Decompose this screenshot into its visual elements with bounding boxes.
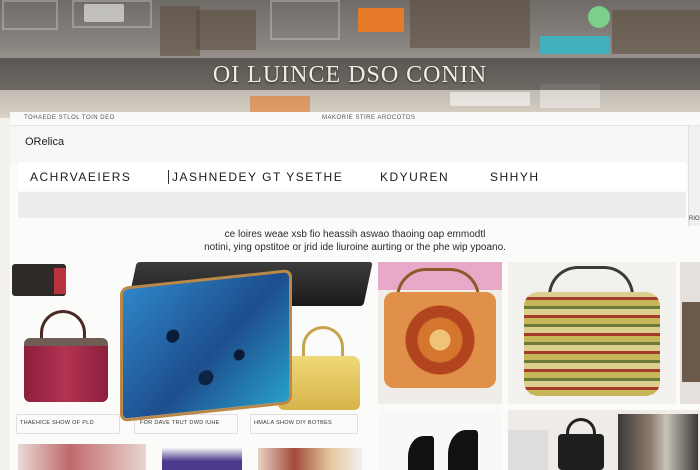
thumbnail-bags-3[interactable]: [258, 448, 362, 470]
black-bag-image: [558, 434, 604, 470]
product-card-edge[interactable]: [680, 262, 700, 404]
product-card-orange[interactable]: [378, 262, 502, 404]
white-bag-image: [508, 430, 548, 470]
thumbnail-bags-2[interactable]: [162, 448, 242, 470]
brand-bar: [10, 126, 700, 166]
product-image-orange-bag[interactable]: [384, 292, 496, 388]
nav-item-2[interactable]: JASHNEDEY GT YSETHE: [172, 170, 343, 184]
side-mini-label[interactable]: RIO: [689, 216, 700, 222]
product-image-blue-bag[interactable]: [120, 268, 292, 423]
tagline-line-1: ce loires weae xsb fio heassih aswao tha…: [224, 229, 486, 240]
product-image-red-bag[interactable]: [24, 338, 108, 402]
product-card-handbags-row[interactable]: [508, 410, 700, 470]
utility-center-text[interactable]: MAKORIE STIRE AROCOTDS: [322, 115, 415, 121]
bag-strap-accent: [54, 268, 66, 294]
shoe-left-image: [408, 436, 434, 470]
product-card-black-shoes[interactable]: [378, 410, 502, 470]
utility-bar: TOHAEDE STLOL TOIN DEO MAKORIE STIRE ARO…: [10, 112, 700, 126]
caption-box-3: [250, 414, 358, 434]
main-nav: ACHRVAEIERS JASHNEDEY GT YSETHE KDYUREN …: [18, 162, 686, 190]
caption-box-1: [16, 414, 120, 434]
product-card-embroidered[interactable]: [508, 262, 676, 404]
product-image-embroidered-bag[interactable]: [524, 292, 660, 396]
utility-left-text[interactable]: TOHAEDE STLOL TOIN DEO: [24, 115, 115, 121]
promo-band: [18, 192, 686, 218]
nav-item-4[interactable]: SHHYH: [490, 170, 540, 184]
edge-bag-image: [682, 302, 700, 382]
tagline-line-2: notini, ying opstitoe or jrid ide liuroi…: [204, 242, 506, 253]
nav-separator: [168, 170, 169, 184]
page: OI LUINCE DSO CONIN TOHAEDE STLOL TOIN D…: [0, 0, 700, 470]
store-banner-image: OI LUINCE DSO CONIN: [0, 0, 700, 118]
nav-item-3[interactable]: KDYUREN: [380, 170, 449, 184]
bags-display-image: [618, 414, 698, 470]
brand-logo[interactable]: ORelica: [25, 136, 64, 148]
nav-item-1[interactable]: ACHRVAEIERS: [30, 170, 131, 184]
thumbnail-bags-1[interactable]: [18, 444, 146, 470]
banner-title: OI LUINCE DSO CONIN: [212, 62, 488, 88]
shoe-right-image: [448, 430, 478, 470]
side-panel: RIO: [688, 126, 700, 226]
tagline: ce loires weae xsb fio heassih aswao tha…: [10, 228, 700, 254]
